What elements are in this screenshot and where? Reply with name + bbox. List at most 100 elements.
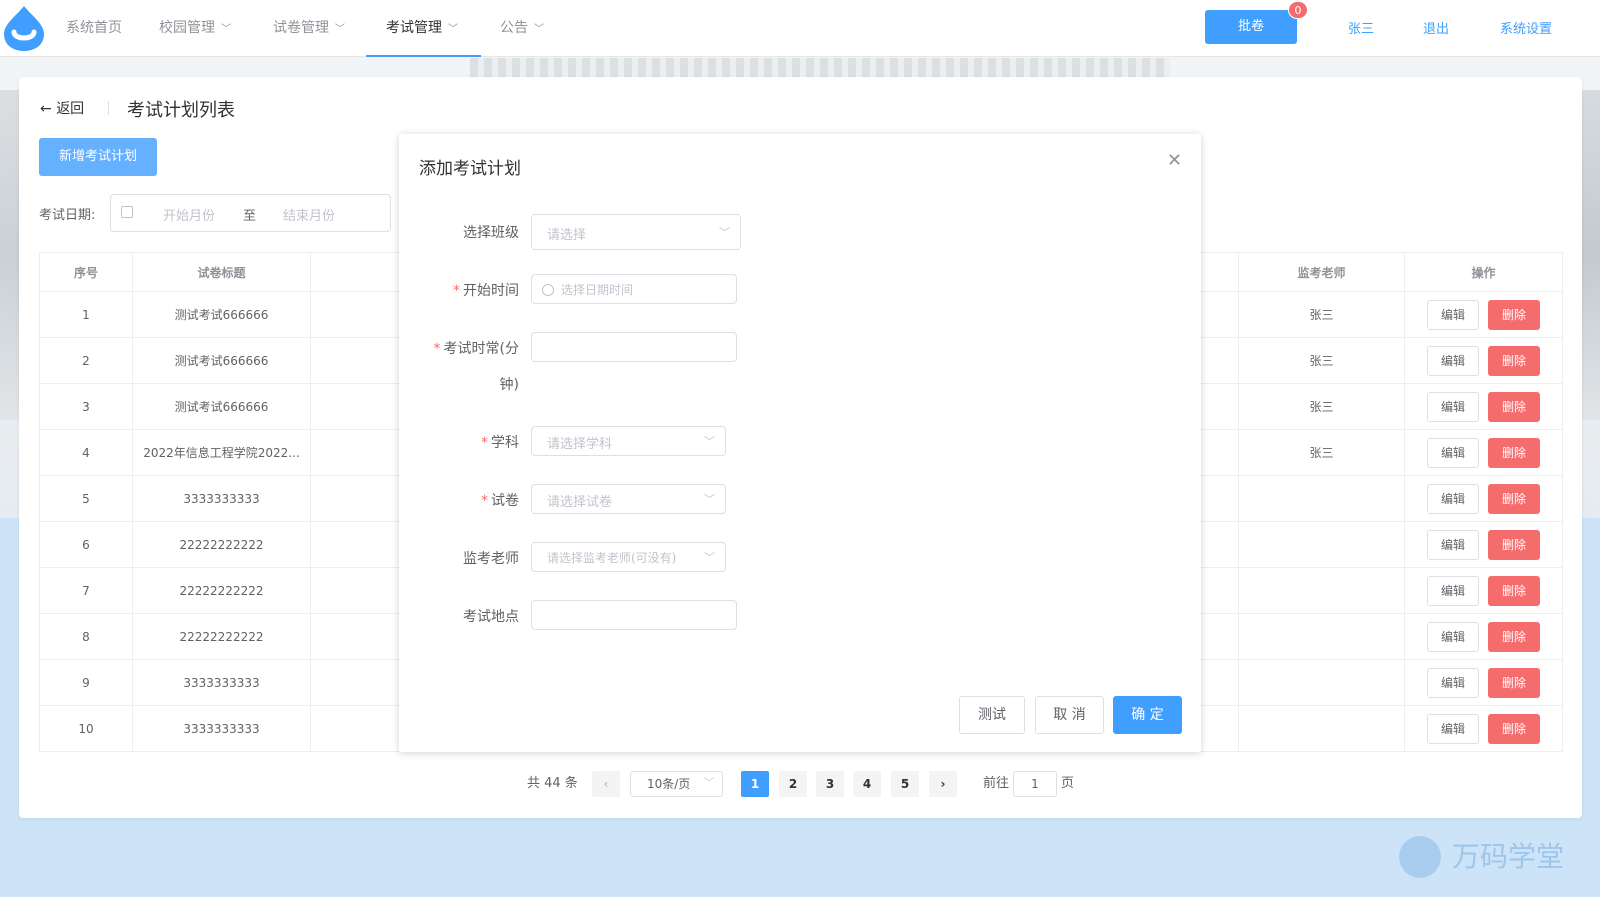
- edit-button[interactable]: 编辑: [1427, 299, 1479, 330]
- row-no: 10: [39, 705, 133, 752]
- add-exam-plan-dialog: 添加考试计划 ✕ 选择班级 请选择 ﹀ * 开始时间 选择日期时间 * 考试时常(分…: [399, 134, 1201, 752]
- settings-link[interactable]: 系统设置: [1500, 18, 1552, 37]
- delete-button[interactable]: 删除: [1488, 529, 1540, 560]
- proctor-select[interactable]: 请选择监考老师(可没有) ﹀: [531, 542, 726, 572]
- row-actions: 编辑 删除: [1404, 567, 1563, 614]
- next-page-button[interactable]: ›: [929, 771, 957, 797]
- required-asterisk: *: [433, 341, 441, 357]
- edit-button[interactable]: 编辑: [1427, 437, 1479, 468]
- row-actions: 编辑 删除: [1404, 705, 1563, 752]
- page-button-5[interactable]: 5: [891, 771, 919, 797]
- delete-button[interactable]: 删除: [1488, 299, 1540, 330]
- row-actions: 编辑 删除: [1404, 475, 1563, 522]
- cancel-button[interactable]: 取 消: [1035, 696, 1104, 734]
- user-name-link[interactable]: 张三: [1348, 18, 1374, 37]
- page-button-2[interactable]: 2: [779, 771, 807, 797]
- row-teacher: [1238, 659, 1405, 706]
- goto-page-input[interactable]: 1: [1013, 771, 1057, 797]
- edit-button[interactable]: 编辑: [1427, 575, 1479, 606]
- date-range-separator: 至: [243, 209, 257, 224]
- delete-button[interactable]: 删除: [1488, 483, 1540, 514]
- logout-link[interactable]: 退出: [1423, 18, 1449, 37]
- class-label: 选择班级: [439, 222, 519, 242]
- row-teacher: 张三: [1238, 337, 1405, 384]
- start-time-label-text: 开始时间: [463, 283, 519, 299]
- nav-exams[interactable]: 考试管理 ﹀: [366, 0, 481, 57]
- nav-notice-label: 公告: [500, 20, 528, 36]
- chevron-down-icon: ﹀: [704, 778, 714, 789]
- confirm-button[interactable]: 确 定: [1113, 696, 1182, 734]
- page-button-4[interactable]: 4: [853, 771, 881, 797]
- add-exam-plan-button[interactable]: 新增考试计划: [39, 138, 157, 176]
- nav-papers-label: 试卷管理: [273, 20, 329, 36]
- title-separator: [108, 101, 109, 115]
- nav-home[interactable]: 系统首页: [66, 0, 122, 57]
- duration-input[interactable]: [531, 332, 737, 362]
- page-size-select[interactable]: 10条/页 ﹀: [630, 771, 723, 797]
- location-input[interactable]: [531, 600, 737, 630]
- proctor-label: 监考老师: [439, 548, 519, 568]
- start-time-picker[interactable]: 选择日期时间: [531, 274, 737, 304]
- date-start-input[interactable]: 开始月份: [163, 205, 215, 224]
- close-icon[interactable]: ✕: [1167, 150, 1182, 171]
- chevron-down-icon: ﹀: [335, 24, 345, 35]
- row-title: 2022年信息工程学院2022...: [132, 429, 311, 476]
- row-teacher: [1238, 475, 1405, 522]
- edit-button[interactable]: 编辑: [1427, 483, 1479, 514]
- subject-placeholder: 请选择学科: [547, 437, 613, 452]
- delete-button[interactable]: 删除: [1488, 345, 1540, 376]
- row-teacher: [1238, 705, 1405, 752]
- edit-button[interactable]: 编辑: [1427, 667, 1479, 698]
- row-actions: 编辑 删除: [1404, 613, 1563, 660]
- date-range-picker[interactable]: 开始月份 至 结束月份: [110, 194, 391, 232]
- row-no: 7: [39, 567, 133, 614]
- nav-campus[interactable]: 校园管理 ﹀: [159, 0, 231, 57]
- subject-select[interactable]: 请选择学科 ﹀: [531, 426, 726, 456]
- subject-label-text: 学科: [491, 435, 519, 451]
- page-title: 考试计划列表: [127, 100, 235, 121]
- row-actions: 编辑 删除: [1404, 429, 1563, 476]
- nav-notice[interactable]: 公告 ﹀: [500, 0, 544, 57]
- watermark-text: 万码学堂: [1452, 840, 1565, 873]
- test-button[interactable]: 测试: [959, 696, 1025, 734]
- page-button-3[interactable]: 3: [816, 771, 844, 797]
- row-title: 3333333333: [132, 475, 311, 522]
- row-title: 测试考试666666: [132, 337, 311, 384]
- row-teacher: [1238, 613, 1405, 660]
- background-snow-right: [1580, 90, 1600, 420]
- col-header-title: 试卷标题: [132, 252, 311, 292]
- clock-icon: [542, 284, 554, 296]
- delete-button[interactable]: 删除: [1488, 667, 1540, 698]
- arrow-left-icon: ←: [40, 101, 52, 117]
- page-button-1[interactable]: 1: [741, 771, 769, 797]
- date-end-input[interactable]: 结束月份: [283, 205, 335, 224]
- subject-label: * 学科: [439, 432, 519, 452]
- delete-button[interactable]: 删除: [1488, 575, 1540, 606]
- row-no: 9: [39, 659, 133, 706]
- grade-button[interactable]: 批卷: [1205, 10, 1297, 44]
- delete-button[interactable]: 删除: [1488, 437, 1540, 468]
- edit-button[interactable]: 编辑: [1427, 713, 1479, 744]
- chevron-down-icon: ﹀: [221, 24, 231, 35]
- edit-button[interactable]: 编辑: [1427, 621, 1479, 652]
- start-time-label: * 开始时间: [439, 280, 519, 300]
- row-no: 4: [39, 429, 133, 476]
- prev-page-button[interactable]: ‹: [592, 771, 620, 797]
- dialog-title: 添加考试计划: [419, 159, 521, 179]
- edit-button[interactable]: 编辑: [1427, 529, 1479, 560]
- chevron-down-icon: ﹀: [448, 24, 458, 35]
- delete-button[interactable]: 删除: [1488, 391, 1540, 422]
- grade-badge: 0: [1288, 1, 1308, 19]
- row-no: 3: [39, 383, 133, 430]
- nav-papers[interactable]: 试卷管理 ﹀: [273, 0, 345, 57]
- delete-button[interactable]: 删除: [1488, 713, 1540, 744]
- nav-campus-label: 校园管理: [159, 20, 215, 36]
- class-select[interactable]: 请选择 ﹀: [531, 214, 741, 250]
- pagination-total: 共 44 条: [527, 776, 578, 791]
- logo-icon[interactable]: [2, 4, 46, 52]
- delete-button[interactable]: 删除: [1488, 621, 1540, 652]
- edit-button[interactable]: 编辑: [1427, 391, 1479, 422]
- back-button[interactable]: ← 返回: [40, 98, 84, 118]
- paper-select[interactable]: 请选择试卷 ﹀: [531, 484, 726, 514]
- edit-button[interactable]: 编辑: [1427, 345, 1479, 376]
